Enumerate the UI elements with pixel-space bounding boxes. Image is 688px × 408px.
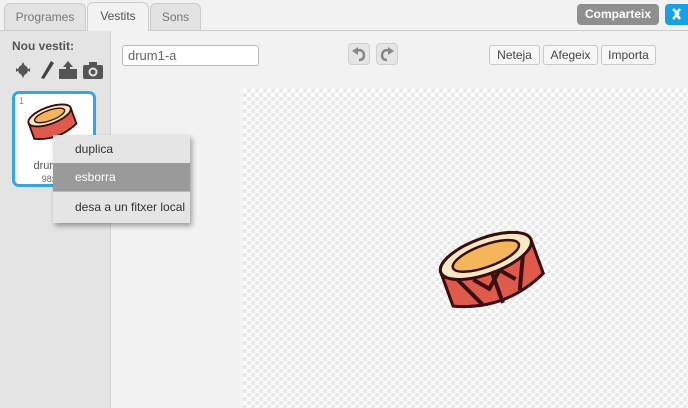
costume-context-menu: duplica esborra desa a un fitxer local bbox=[53, 135, 190, 223]
upload-icon[interactable] bbox=[57, 60, 79, 80]
menu-item-delete[interactable]: esborra bbox=[53, 163, 190, 191]
import-button[interactable]: Importa bbox=[601, 45, 656, 65]
tab-bar: Programes Vestits Sons Comparteix bbox=[0, 0, 688, 31]
camera-icon[interactable] bbox=[82, 60, 104, 80]
tab-costumes[interactable]: Vestits bbox=[87, 2, 149, 31]
tab-sounds[interactable]: Sons bbox=[150, 3, 201, 31]
share-button[interactable]: Comparteix bbox=[577, 4, 659, 25]
undo-button[interactable] bbox=[348, 43, 370, 65]
menu-item-duplicate[interactable]: duplica bbox=[53, 135, 190, 163]
drawing-canvas[interactable] bbox=[243, 89, 688, 408]
costume-name-input[interactable] bbox=[122, 45, 259, 66]
project-page-icon bbox=[672, 8, 681, 20]
redo-icon bbox=[380, 47, 394, 62]
redo-button[interactable] bbox=[376, 43, 398, 65]
undo-icon bbox=[352, 47, 366, 62]
paint-brush-icon[interactable] bbox=[36, 60, 58, 80]
drum-costume-image bbox=[438, 230, 546, 309]
menu-item-export[interactable]: desa a un fitxer local bbox=[53, 192, 190, 223]
clear-button[interactable]: Neteja bbox=[489, 45, 540, 65]
see-project-page-button[interactable] bbox=[665, 4, 688, 25]
tab-scripts[interactable]: Programes bbox=[4, 3, 86, 31]
add-button[interactable]: Afegeix bbox=[543, 45, 598, 65]
sprite-library-icon[interactable] bbox=[12, 60, 34, 80]
new-costume-label: Nou vestit: bbox=[12, 39, 75, 53]
